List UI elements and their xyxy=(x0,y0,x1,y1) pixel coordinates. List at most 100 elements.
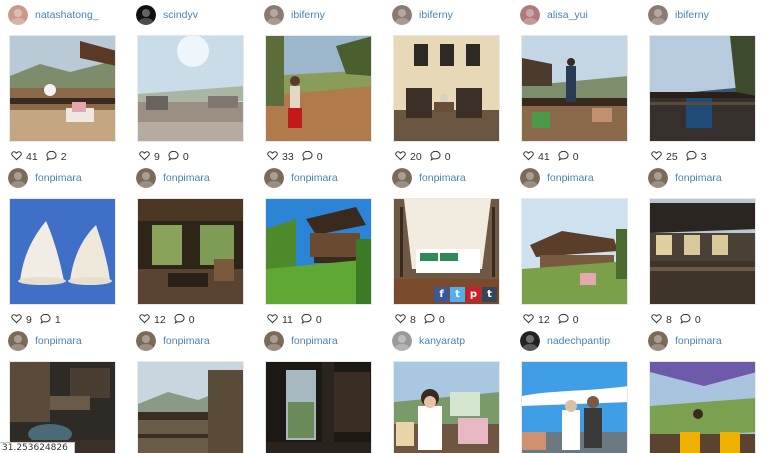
comment-icon[interactable] xyxy=(168,150,179,164)
username-link[interactable]: alisa_yui xyxy=(547,9,588,21)
comment-icon[interactable] xyxy=(40,313,51,327)
post-author[interactable]: ibiferny xyxy=(384,3,506,27)
post-photo[interactable] xyxy=(521,35,628,142)
heart-icon[interactable] xyxy=(11,313,22,327)
post-photo[interactable] xyxy=(521,198,628,305)
post-photo[interactable] xyxy=(9,198,116,305)
post-author[interactable]: alisa_yui xyxy=(512,3,634,27)
username-link[interactable]: kanyaratp xyxy=(419,335,465,347)
post-photo[interactable] xyxy=(649,198,756,305)
post-photo[interactable] xyxy=(649,35,756,142)
username-link[interactable]: natashatong_ xyxy=(35,9,99,21)
heart-icon[interactable] xyxy=(11,150,22,164)
avatar[interactable] xyxy=(136,331,156,351)
avatar[interactable] xyxy=(392,168,412,188)
username-link[interactable]: ibiferny xyxy=(291,9,325,21)
username-link[interactable]: fonpimara xyxy=(419,172,466,184)
post-author[interactable]: fonpimara xyxy=(128,329,250,353)
post-author[interactable]: fonpimara xyxy=(0,329,122,353)
username-link[interactable]: fonpimara xyxy=(163,172,210,184)
avatar[interactable] xyxy=(520,331,540,351)
username-link[interactable]: fonpimara xyxy=(163,335,210,347)
heart-icon[interactable] xyxy=(139,313,150,327)
twitter-share-icon[interactable]: t xyxy=(450,287,465,302)
post-author[interactable]: fonpimara xyxy=(640,166,762,190)
avatar[interactable] xyxy=(136,168,156,188)
comment-icon[interactable] xyxy=(680,313,691,327)
post-author[interactable]: fonpimara xyxy=(0,166,122,190)
facebook-share-icon[interactable]: f xyxy=(434,287,449,302)
comment-icon[interactable] xyxy=(301,313,312,327)
post-photo[interactable] xyxy=(137,361,244,453)
heart-icon[interactable] xyxy=(523,150,534,164)
avatar[interactable] xyxy=(648,5,668,25)
username-link[interactable]: fonpimara xyxy=(547,172,594,184)
comment-icon[interactable] xyxy=(174,313,185,327)
post-photo[interactable] xyxy=(265,35,372,142)
post-author[interactable]: fonpimara xyxy=(256,166,378,190)
post-author[interactable]: nadechpantip xyxy=(512,329,634,353)
post-photo[interactable]: ftpt xyxy=(393,198,500,305)
post-author[interactable]: kanyaratp xyxy=(384,329,506,353)
username-link[interactable]: nadechpantip xyxy=(547,335,610,347)
avatar[interactable] xyxy=(520,168,540,188)
post-photo[interactable] xyxy=(521,361,628,453)
heart-icon[interactable] xyxy=(651,150,662,164)
tumblr-share-icon[interactable]: t xyxy=(482,287,497,302)
comment-icon[interactable] xyxy=(558,313,569,327)
comment-icon[interactable] xyxy=(430,150,441,164)
post-author[interactable]: scindyv xyxy=(128,3,250,27)
username-link[interactable]: fonpimara xyxy=(675,335,722,347)
avatar[interactable] xyxy=(520,5,540,25)
avatar[interactable] xyxy=(392,331,412,351)
username-link[interactable]: fonpimara xyxy=(35,335,82,347)
post-photo[interactable] xyxy=(265,198,372,305)
post-photo[interactable] xyxy=(9,35,116,142)
post-author[interactable]: ibiferny xyxy=(640,3,762,27)
username-link[interactable]: ibiferny xyxy=(419,9,453,21)
post-photo[interactable] xyxy=(393,35,500,142)
avatar[interactable] xyxy=(8,168,28,188)
avatar[interactable] xyxy=(136,5,156,25)
username-link[interactable]: ibiferny xyxy=(675,9,709,21)
heart-icon[interactable] xyxy=(267,313,278,327)
post-photo[interactable] xyxy=(137,35,244,142)
post-photo[interactable] xyxy=(265,361,372,453)
pinterest-share-icon[interactable]: p xyxy=(466,287,481,302)
heart-icon[interactable] xyxy=(651,313,662,327)
avatar[interactable] xyxy=(392,5,412,25)
heart-icon[interactable] xyxy=(267,150,278,164)
heart-icon[interactable] xyxy=(395,150,406,164)
post-photo[interactable] xyxy=(649,361,756,453)
post-photo[interactable] xyxy=(137,198,244,305)
avatar[interactable] xyxy=(264,331,284,351)
post-author[interactable]: ibiferny xyxy=(256,3,378,27)
post-author[interactable]: fonpimara xyxy=(384,166,506,190)
heart-icon[interactable] xyxy=(139,150,150,164)
avatar[interactable] xyxy=(8,5,28,25)
post-author[interactable]: fonpimara xyxy=(256,329,378,353)
comment-icon[interactable] xyxy=(302,150,313,164)
avatar[interactable] xyxy=(8,331,28,351)
username-link[interactable]: scindyv xyxy=(163,9,198,21)
username-link[interactable]: fonpimara xyxy=(35,172,82,184)
heart-icon[interactable] xyxy=(395,313,406,327)
post-author[interactable]: fonpimara xyxy=(512,166,634,190)
comment-icon[interactable] xyxy=(558,150,569,164)
avatar[interactable] xyxy=(264,168,284,188)
post-photo[interactable] xyxy=(393,361,500,453)
username-link[interactable]: fonpimara xyxy=(675,172,722,184)
avatar[interactable] xyxy=(648,168,668,188)
username-link[interactable]: fonpimara xyxy=(291,172,338,184)
avatar[interactable] xyxy=(648,331,668,351)
post-author[interactable]: fonpimara xyxy=(640,329,762,353)
comment-icon[interactable] xyxy=(46,150,57,164)
heart-icon[interactable] xyxy=(523,313,534,327)
post-author[interactable]: natashatong_ xyxy=(0,3,122,27)
username-link[interactable]: fonpimara xyxy=(291,335,338,347)
comment-icon[interactable] xyxy=(686,150,697,164)
post-author[interactable]: fonpimara xyxy=(128,166,250,190)
post-photo[interactable] xyxy=(9,361,116,453)
avatar[interactable] xyxy=(264,5,284,25)
comment-icon[interactable] xyxy=(424,313,435,327)
